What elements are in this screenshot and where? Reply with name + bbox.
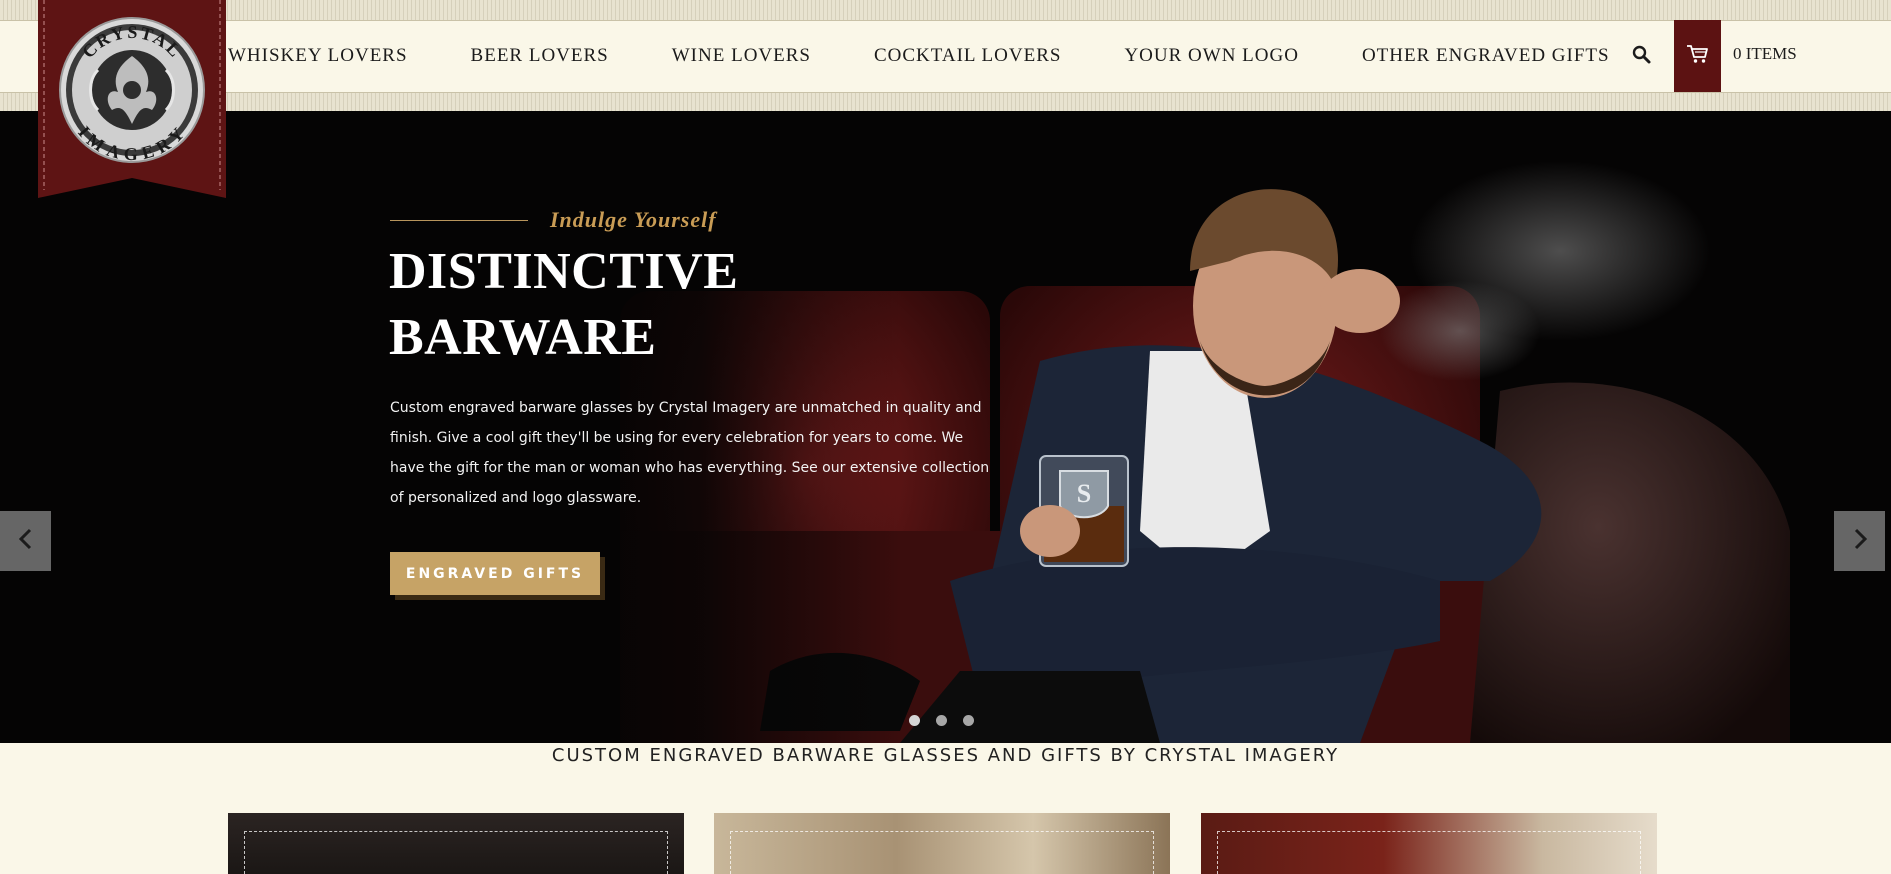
chevron-left-icon: [18, 528, 34, 555]
nav-item-your-own-logo[interactable]: YOUR OWN LOGO: [1124, 45, 1298, 67]
main-nav: WHISKEY LOVERS BEER LOVERS WINE LOVERS C…: [228, 20, 1610, 92]
card-frame: [730, 831, 1154, 874]
card-frame: [244, 831, 668, 874]
slider-next-button[interactable]: [1834, 511, 1885, 571]
logo-bottom-text: IMAGERY: [74, 122, 187, 164]
hero-kicker-row: Indulge Yourself: [390, 207, 717, 233]
slider-prev-button[interactable]: [0, 511, 51, 571]
nav-item-wine-lovers[interactable]: WINE LOVERS: [672, 45, 811, 67]
svg-text:CRYSTAL: CRYSTAL: [78, 22, 186, 62]
slider-dot-1[interactable]: [909, 715, 920, 726]
cart-icon: [1686, 44, 1710, 69]
section-tagline: CUSTOM ENGRAVED BARWARE GLASSES AND GIFT…: [551, 745, 1340, 766]
hero-title: DISTINCTIVE BARWARE: [389, 243, 739, 366]
header-top-stripe: [0, 0, 1891, 21]
hero-description: Custom engraved barware glasses by Cryst…: [390, 400, 990, 506]
slider-dots: [909, 715, 990, 726]
category-card-1[interactable]: [228, 813, 684, 874]
svg-text:IMAGERY: IMAGERY: [74, 122, 189, 164]
category-card-3[interactable]: [1201, 813, 1657, 874]
nav-item-whiskey-lovers[interactable]: WHISKEY LOVERS: [228, 45, 408, 67]
kicker-divider: [390, 219, 528, 221]
nav-item-cocktail-lovers[interactable]: COCKTAIL LOVERS: [874, 45, 1061, 67]
hero-kicker: Indulge Yourself: [550, 207, 717, 232]
header-bottom-stripe: [0, 92, 1891, 112]
nav-item-beer-lovers[interactable]: BEER LOVERS: [471, 45, 609, 67]
slider-dot-2[interactable]: [936, 715, 947, 726]
hero-slider: S Indulge Yourself DISTINCTIVE BARWARE C…: [0, 111, 1891, 743]
search-icon[interactable]: [1631, 44, 1653, 66]
engraved-gifts-button[interactable]: ENGRAVED GIFTS: [390, 552, 600, 595]
glass-monogram: S: [1077, 479, 1091, 508]
cart-item-count[interactable]: 0 ITEMS: [1733, 44, 1797, 64]
top-navigation-bar: WHISKEY LOVERS BEER LOVERS WINE LOVERS C…: [0, 0, 1891, 112]
chevron-right-icon: [1852, 528, 1868, 555]
slider-dot-3[interactable]: [963, 715, 974, 726]
category-card-2[interactable]: [714, 813, 1170, 874]
nav-item-other-engraved-gifts[interactable]: OTHER ENGRAVED GIFTS: [1362, 45, 1610, 67]
logo-top-text: CRYSTAL: [78, 22, 184, 62]
logo[interactable]: CRYSTAL IMAGERY: [38, 0, 226, 200]
cart-button[interactable]: [1674, 20, 1721, 92]
card-frame: [1217, 831, 1641, 874]
